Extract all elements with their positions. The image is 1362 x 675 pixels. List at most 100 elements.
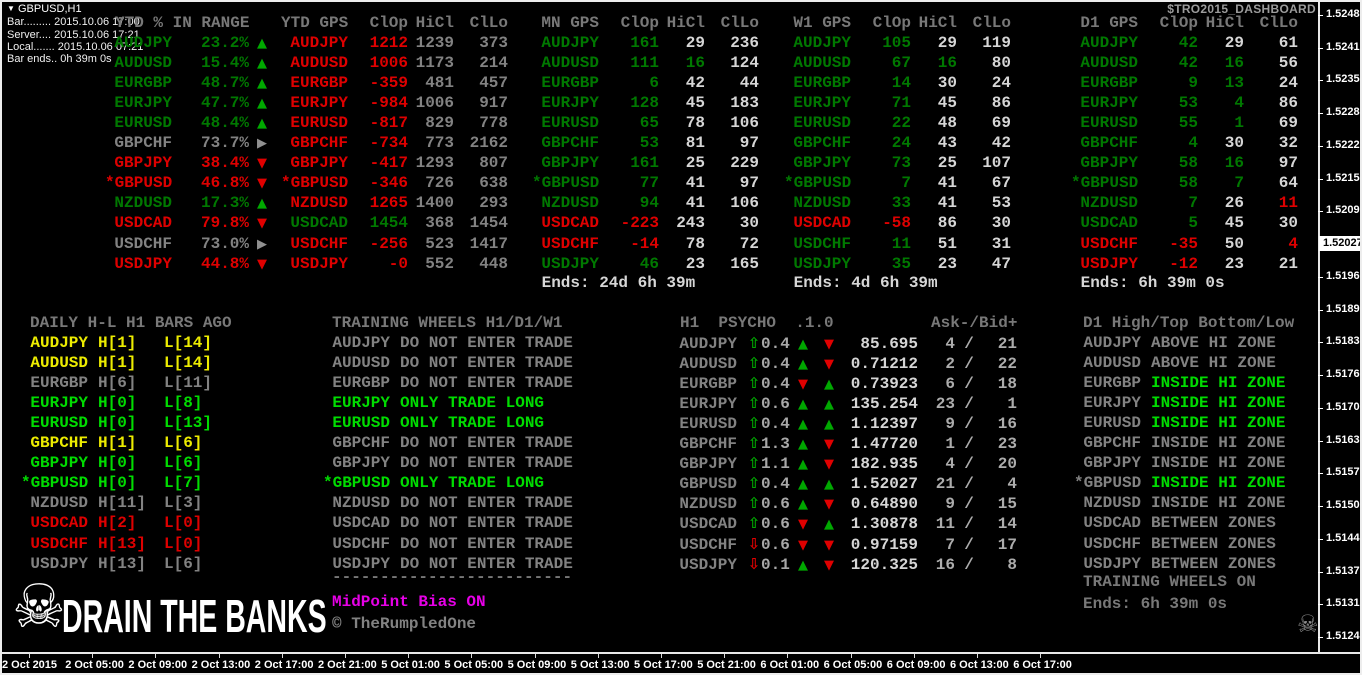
col-header: HiCl xyxy=(918,14,957,32)
hicl-value: 48 xyxy=(937,114,957,133)
terminal-window: ▼ GBPUSD,H1 Bar......... 2015.10.06 17:0… xyxy=(0,0,1362,675)
trend1-up-icon: ▲ xyxy=(798,557,808,573)
hicl-value: 23 xyxy=(685,254,705,273)
range-percent: 48.4% xyxy=(200,114,249,133)
ask-count: 11 xyxy=(935,515,955,534)
pair-label: USDCAD xyxy=(114,214,172,233)
hicl-value: 368 xyxy=(425,214,454,233)
skull-watermark-icon: ☠ xyxy=(1297,610,1319,638)
strength-value: 0.6 xyxy=(761,535,790,554)
gps-row: GBPJPY 73 25 107 xyxy=(784,153,1011,173)
gps-table-title: YTD GPS xyxy=(281,14,349,32)
time-tick-mark xyxy=(661,654,662,658)
ytd-range-row: EURGBP 48.7% ▲ xyxy=(105,73,275,94)
pair-label: EURUSD xyxy=(290,114,348,133)
pair-label: EURJPY xyxy=(332,394,390,413)
pair-label: USDCHF xyxy=(679,535,737,554)
trade-status: ONLY TRADE LONG xyxy=(400,414,545,433)
skull-crossbones-icon: ☠ xyxy=(12,572,66,642)
range-percent: 15.4% xyxy=(200,54,249,73)
ask-count: 4 xyxy=(945,335,955,353)
strength-value: 1.1 xyxy=(761,455,790,474)
bars-ago-high: H[1] xyxy=(98,354,137,373)
pair-label: *GBPUSD xyxy=(1071,174,1139,193)
pair-label: EURGBP xyxy=(541,74,599,93)
bid-count: 22 xyxy=(997,355,1017,374)
cllo-value: 56 xyxy=(1278,54,1298,73)
col-header: HiCl xyxy=(666,14,705,32)
price-axis[interactable]: 1.52480 1.52415 1.52350 1.52285 1.52220 1.521… xyxy=(1318,0,1362,652)
divider-line: ------------------------- xyxy=(332,567,572,587)
clop-value: -256 xyxy=(369,234,408,253)
time-tick-label: 6 Oct 01:00 xyxy=(760,659,820,671)
hicl-value: 829 xyxy=(425,114,454,133)
pair-label: AUDUSD xyxy=(30,354,88,373)
price-value: 0.97159 xyxy=(850,535,918,554)
hicl-value: 81 xyxy=(685,134,705,153)
cllo-value: 47 xyxy=(991,254,1011,273)
trend2-down-icon: ▼ xyxy=(824,457,834,473)
d1-zones-row: USDCHF BETWEEN ZONES xyxy=(1074,534,1275,554)
pair-label: GBPCHF xyxy=(679,435,737,454)
clop-value: -734 xyxy=(369,134,408,153)
trade-status: DO NOT ENTER TRADE xyxy=(400,354,573,373)
clop-value: 77 xyxy=(639,174,659,193)
time-tick-mark xyxy=(1040,654,1042,658)
slash: / xyxy=(964,495,974,514)
d1-zones-row: GBPJPY INSIDE HI ZONE xyxy=(1074,453,1285,473)
ytd-range-row: GBPCHF 73.7% ▶ xyxy=(105,133,275,154)
cllo-value: 124 xyxy=(730,54,759,73)
price-tick-mark xyxy=(1318,47,1323,49)
pair-label: GBPJPY xyxy=(290,154,348,173)
time-tick-mark xyxy=(471,654,473,658)
psycho-up-icon: ⇧ xyxy=(747,514,761,533)
time-tick-mark xyxy=(724,654,726,658)
gps-row: GBPCHF -734 773 2162 xyxy=(281,133,508,153)
cllo-value: 106 xyxy=(730,114,759,133)
daily-hl-row: USDCHF H[13] L[0] xyxy=(21,534,231,554)
gps-row: USDJPY -0 552 448 xyxy=(281,254,508,274)
pair-label: USDCAD xyxy=(1080,214,1138,233)
pair-label: USDCHF xyxy=(30,534,88,553)
hicl-value: 1 xyxy=(1234,114,1244,133)
cllo-value: 1454 xyxy=(469,214,508,233)
price-value: 1.47720 xyxy=(850,435,918,454)
pair-label: USDJPY xyxy=(1080,254,1138,273)
time-axis[interactable]: 2 Oct 2015 2 Oct 05:00 2 Oct 09:00 2 Oct 13… xyxy=(0,652,1362,675)
ytd-range-row: AUDUSD 15.4% ▲ xyxy=(105,53,275,74)
ytd-range-row: USDCAD 79.8% ▼ xyxy=(105,213,275,234)
pair-label: *GBPUSD xyxy=(323,474,391,493)
gps-row: GBPCHF 4 30 32 xyxy=(1071,133,1298,153)
psycho-row: NZDUSD ⇧0.6 ▲ ▼ 0.64890 9 / 15 xyxy=(670,493,1017,515)
psycho-row: USDCAD ⇧0.6 ▼ ▲ 1.30878 11 / 14 xyxy=(670,513,1017,535)
price-tick-mark xyxy=(1318,309,1323,311)
trade-status: ONLY TRADE LONG xyxy=(400,474,545,493)
d1-zones-row: USDCAD BETWEEN ZONES xyxy=(1074,513,1275,533)
price-value: 0.73923 xyxy=(850,375,918,394)
pair-label: EURJPY xyxy=(679,395,737,414)
clop-value: 53 xyxy=(1178,94,1198,113)
gps-row: AUDUSD 1006 1173 214 xyxy=(281,53,508,73)
pair-label: GBPCHF xyxy=(114,134,172,153)
hicl-value: 552 xyxy=(425,254,454,273)
strength-value: 0.4 xyxy=(761,355,790,374)
time-tick-mark xyxy=(29,654,30,658)
trend-down-icon: ▼ xyxy=(257,216,267,232)
pair-label: EURGBP xyxy=(793,74,851,93)
hicl-value: 45 xyxy=(685,94,705,113)
bid-count: 15 xyxy=(997,495,1017,514)
clop-value: -14 xyxy=(630,234,659,253)
midpoint-bias: MidPoint Bias ON xyxy=(332,593,486,611)
cllo-value: 64 xyxy=(1278,174,1298,193)
ask-count: 21 xyxy=(935,475,955,494)
strength-value: 0.4 xyxy=(761,335,790,353)
hicl-value: 86 xyxy=(937,214,957,233)
pair-label: NZDUSD xyxy=(679,495,737,514)
cllo-value: 69 xyxy=(1278,114,1298,133)
trend-up-icon: ▲ xyxy=(257,196,267,212)
slash: / xyxy=(964,335,974,353)
gps-row: USDJPY -12 23 21 xyxy=(1071,254,1298,274)
clop-value: 35 xyxy=(891,254,911,273)
gps-row: EURJPY 53 4 86 xyxy=(1071,93,1298,113)
ytd-range-row: EURUSD 48.4% ▲ xyxy=(105,113,275,134)
